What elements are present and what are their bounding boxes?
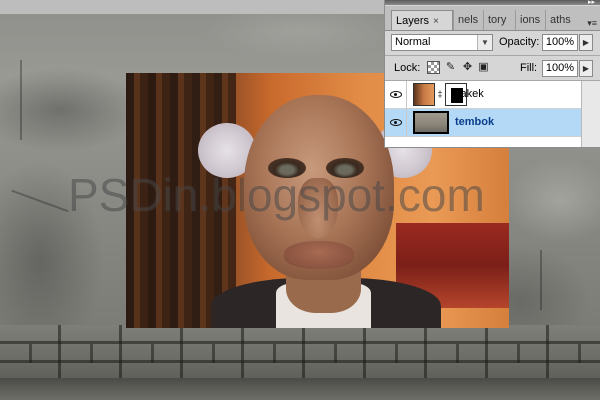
layers-list: ‡ kakek tembok [385,81,581,147]
opacity-slider-button[interactable]: ▶ [579,34,593,51]
close-icon[interactable]: × [433,16,439,27]
layer-row-tembok[interactable]: tembok [385,109,581,137]
link-icon[interactable]: ‡ [435,83,445,106]
blend-mode-value: Normal [395,36,431,48]
panel-title-bar[interactable]: ▸▸ [385,0,600,6]
opacity-label: Opacity: [499,36,540,48]
lock-label: Lock: [394,62,421,74]
opacity-input[interactable]: 100% [542,34,578,51]
blend-mode-select[interactable]: Normal ▼ [391,34,493,51]
layers-panel: ▸▸ Layers × nels tory ions aths ▾≡ Normal… [384,0,600,148]
tab-label: aths [550,14,571,26]
layer-name[interactable]: kakek [455,88,484,100]
lock-transparent-icon[interactable] [427,61,440,74]
tab-history[interactable]: tory [483,10,515,30]
tab-channels[interactable]: nels [453,10,483,30]
blend-row: Normal ▼ Opacity: 100% ▶ [385,31,600,55]
tab-label: tory [488,14,507,26]
panel-menu-icon[interactable]: ▾≡ [587,18,597,29]
tab-label: ions [520,14,541,26]
fill-input[interactable]: 100% [542,60,578,77]
layer-row-kakek[interactable]: ‡ kakek [385,81,581,109]
fill-label: Fill: [520,62,538,74]
visibility-toggle[interactable] [385,109,407,137]
tab-label: nels [458,14,479,26]
layers-scrollbar[interactable] [581,81,600,147]
lock-move-icon[interactable]: ✥ [461,61,474,74]
layer-thumbnail[interactable] [413,83,435,106]
visibility-toggle[interactable] [385,81,407,109]
layer-thumbnail[interactable] [413,111,449,134]
tab-actions[interactable]: ions [515,10,545,30]
tab-paths[interactable]: aths [545,10,577,30]
tab-layers[interactable]: Layers × [391,10,453,30]
lock-all-icon[interactable]: ▣ [477,61,490,74]
fill-slider-button[interactable]: ▶ [579,60,593,77]
lock-row: Lock: ✎ ✥ ▣ Fill: 100% ▶ [385,56,600,80]
watermark-text: PSDin.blogspot.com [68,169,485,221]
chevron-down-icon[interactable]: ▼ [477,35,492,50]
eye-icon [390,119,402,126]
floor [0,378,600,400]
brick-row [0,325,600,380]
eye-icon [390,91,402,98]
layer-name[interactable]: tembok [455,116,494,128]
lock-brush-icon[interactable]: ✎ [444,61,457,74]
tab-label: Layers [396,15,430,27]
panel-tabs: Layers × nels tory ions aths ▾≡ [385,6,600,31]
